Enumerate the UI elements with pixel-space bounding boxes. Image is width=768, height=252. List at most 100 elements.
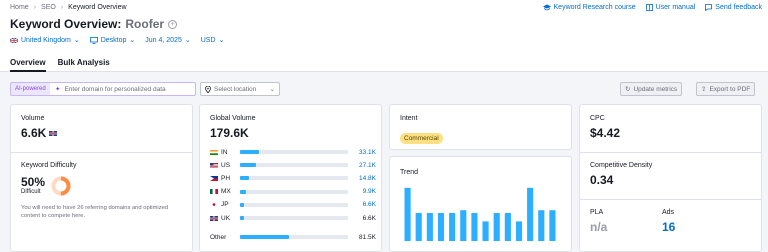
device-select[interactable]: Desktop ⌄ xyxy=(89,36,136,44)
trend-bar xyxy=(527,187,534,241)
user-manual-link[interactable]: User manual xyxy=(645,4,695,11)
date-label: Jun 4, 2025 xyxy=(145,36,182,44)
volume-bar-track xyxy=(240,189,348,194)
chevron-down-icon: ⌄ xyxy=(73,37,80,44)
breadcrumb-home[interactable]: Home xyxy=(10,4,29,11)
keyword-research-course-label: Keyword Research course xyxy=(553,4,636,11)
country-row-uk: UK 6.6K xyxy=(210,213,376,223)
tab-bar: Overview Bulk Analysis xyxy=(10,58,110,72)
trend-bar xyxy=(471,213,478,241)
location-select[interactable]: Select location ⌄ xyxy=(200,82,280,96)
global-volume-card: Global Volume 179.6K IN 33.1K US 27.1K PH 14.… xyxy=(199,104,382,252)
toolbar: AI-powered ✦ Enter domain for personaliz… xyxy=(10,82,762,96)
trend-card: Trend xyxy=(389,156,572,252)
trend-bar xyxy=(504,213,511,241)
other-label: Other xyxy=(210,233,227,241)
trend-bar xyxy=(460,210,467,241)
chevron-down-icon: ⌄ xyxy=(129,37,136,44)
location-placeholder: Select location xyxy=(214,85,257,93)
database-label: United Kingdom xyxy=(21,36,71,44)
database-select[interactable]: United Kingdom ⌄ xyxy=(10,36,80,44)
country-volume-value[interactable]: 33.1K xyxy=(359,149,376,156)
mx-flag-icon xyxy=(210,189,218,195)
country-volume-value[interactable]: 9.9K xyxy=(363,188,376,195)
keyword-difficulty-note: You will need to have 26 referring domai… xyxy=(21,205,169,219)
us-flag-icon xyxy=(210,162,218,168)
volume-bar xyxy=(240,202,244,207)
page-title-prefix: Keyword Overview: xyxy=(10,17,122,31)
keyword-difficulty-value: 50% xyxy=(21,175,46,189)
volume-value-row: 6.6K xyxy=(21,126,58,140)
graduation-cap-icon xyxy=(542,4,551,11)
breadcrumb-seo[interactable]: SEO xyxy=(41,4,56,11)
volume-label: Volume xyxy=(21,115,45,122)
breadcrumb: Home › SEO › Keyword Overview xyxy=(10,4,127,11)
pla-value: n/a xyxy=(590,220,608,234)
cpc-label: CPC xyxy=(590,115,605,122)
country-volume-value: 6.6K xyxy=(362,214,376,222)
cpc-value: $4.42 xyxy=(590,126,621,140)
trend-bar xyxy=(437,213,445,241)
book-icon xyxy=(645,4,653,11)
country-code: US xyxy=(221,161,231,169)
refresh-icon: ↻ xyxy=(625,86,631,93)
country-code: UK xyxy=(221,214,231,222)
intent-card: Intent Commercial xyxy=(389,104,572,150)
trend-bar xyxy=(482,221,489,241)
volume-bar-track xyxy=(240,176,348,181)
competitive-density-value: 0.34 xyxy=(590,173,614,187)
ads-value[interactable]: 16 xyxy=(662,220,675,234)
tab-bulk-analysis[interactable]: Bulk Analysis xyxy=(58,58,110,72)
country-row-mx: MX 9.9K xyxy=(210,187,376,197)
card-divider xyxy=(580,152,761,153)
country-volume-value[interactable]: 27.1K xyxy=(359,162,376,169)
chevron-down-icon: ⌄ xyxy=(184,37,191,44)
country-volume-value[interactable]: 6.6K xyxy=(363,201,376,208)
map-pin-icon xyxy=(205,85,211,93)
currency-label: USD xyxy=(200,36,216,44)
trend-label: Trend xyxy=(400,169,419,176)
country-code: JP xyxy=(221,201,229,209)
difficulty-donut xyxy=(51,176,71,196)
send-feedback-label: Send feedback xyxy=(715,4,762,11)
country-volume-value[interactable]: 14.8K xyxy=(359,175,376,182)
uk-flag-icon xyxy=(10,37,18,43)
trend-bar xyxy=(449,213,456,241)
currency-select[interactable]: USD ⌄ xyxy=(200,36,225,45)
tab-overview[interactable]: Overview xyxy=(10,58,46,72)
in-flag-icon xyxy=(210,149,218,155)
volume-bar-track xyxy=(240,163,348,168)
trend-bar xyxy=(404,187,411,241)
keyword-research-course-link[interactable]: Keyword Research course xyxy=(542,4,636,11)
volume-bar-track xyxy=(240,150,348,154)
ai-powered-badge: AI-powered xyxy=(10,82,51,96)
volume-bar-track xyxy=(240,216,348,220)
competitive-density-label: Competitive Density xyxy=(590,162,653,169)
volume-bar xyxy=(240,189,246,194)
send-feedback-link[interactable]: Send feedback xyxy=(705,4,762,11)
date-select[interactable]: Jun 4, 2025 ⌄ xyxy=(145,36,191,45)
add-keyword-icon[interactable]: + xyxy=(168,19,178,29)
trend-chart xyxy=(404,187,556,241)
update-metrics-button[interactable]: ↻ Update metrics xyxy=(620,82,683,96)
domain-input[interactable]: ✦ Enter domain for personalized data xyxy=(50,82,196,96)
trend-bar xyxy=(549,210,556,241)
page-title-keyword: Roofer xyxy=(125,17,165,31)
country-row-other: Other 81.5K xyxy=(210,232,376,242)
breadcrumb-separator-icon: › xyxy=(60,4,64,11)
country-row-in: IN 33.1K xyxy=(210,147,376,157)
header-links: Keyword Research course User manual Send… xyxy=(542,4,762,11)
ads-label: Ads xyxy=(662,209,675,216)
intent-label: Intent xyxy=(400,115,418,122)
keyword-difficulty-level: Difficult xyxy=(21,189,41,195)
export-pdf-label: Export to PDF xyxy=(709,85,751,93)
intent-badge: Commercial xyxy=(400,133,443,144)
cpc-card: CPC $4.42 Competitive Density 0.34 PLA n… xyxy=(579,104,762,252)
country-code: MX xyxy=(221,188,231,196)
card-divider xyxy=(580,199,761,200)
device-label: Desktop xyxy=(100,36,127,44)
jp-flag-icon xyxy=(209,202,219,208)
global-volume-label: Global Volume xyxy=(210,115,256,122)
export-pdf-button[interactable]: ⇪ Export to PDF xyxy=(696,82,756,96)
keyword-difficulty-label: Keyword Difficulty xyxy=(21,162,77,169)
